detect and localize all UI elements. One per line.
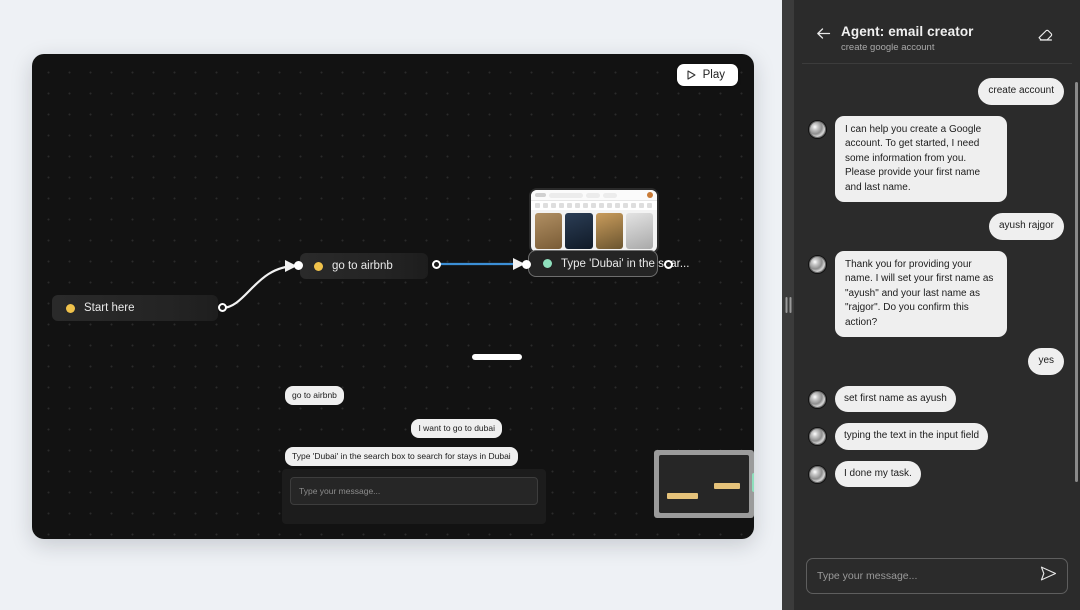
message-input[interactable] bbox=[817, 570, 1040, 582]
mini-preview-widget[interactable] bbox=[654, 450, 754, 518]
canvas-chat-input[interactable]: Type your message... bbox=[290, 477, 538, 505]
chat-title-block: Agent: email creator create google accou… bbox=[841, 24, 1027, 53]
port-type-input[interactable] bbox=[522, 260, 531, 269]
panel-splitter[interactable] bbox=[782, 0, 794, 610]
preview-avatar bbox=[647, 192, 653, 198]
chat-bubble: ayush rajgor bbox=[988, 213, 1064, 240]
mini-widget-bar bbox=[667, 493, 698, 499]
node-type-dubai[interactable]: Type 'Dubai' in the sear... bbox=[528, 250, 689, 277]
app-root: Play Start here go to airbnb Type 'Dubai… bbox=[0, 0, 1080, 610]
node-start-here[interactable]: Start here bbox=[52, 295, 218, 321]
chat-composer bbox=[806, 558, 1068, 594]
chat-bubble: typing the text in the input field bbox=[835, 423, 989, 450]
avatar bbox=[808, 389, 827, 409]
chat-message-agent: I can help you create a Google account. … bbox=[808, 115, 1064, 202]
canvas-chat-overlay: go to airbnb I want to go to dubai Type … bbox=[250, 354, 546, 524]
eraser-icon[interactable] bbox=[1037, 24, 1054, 48]
node-status-dot bbox=[314, 261, 323, 271]
chat-message-agent: set first name as ayush bbox=[808, 385, 1064, 412]
avatar bbox=[808, 464, 827, 484]
chat-bubble: yes bbox=[1028, 348, 1064, 375]
chat-bubble: I done my task. bbox=[835, 460, 921, 487]
chat-message-agent: Thank you for providing your name. I wil… bbox=[808, 250, 1064, 337]
avatar bbox=[808, 254, 827, 274]
canvas-chat-composer: Type your message... bbox=[282, 469, 546, 524]
preview-category-row bbox=[531, 201, 657, 210]
avatar bbox=[808, 119, 827, 139]
page-subtitle: create google account bbox=[841, 42, 935, 53]
port-airbnb-output[interactable] bbox=[432, 260, 441, 269]
node-preview-thumbnail[interactable] bbox=[529, 188, 659, 254]
port-start-output[interactable] bbox=[218, 303, 227, 312]
chat-message-list[interactable]: create account I can help you create a G… bbox=[794, 64, 1080, 552]
chat-message-agent: I done my task. bbox=[808, 460, 1064, 487]
canvas-chat-message: Type 'Dubai' in the search box to search… bbox=[285, 447, 518, 466]
port-airbnb-input[interactable] bbox=[294, 261, 303, 270]
workflow-canvas[interactable]: Play Start here go to airbnb Type 'Dubai… bbox=[32, 54, 754, 539]
chat-bubble: I can help you create a Google account. … bbox=[835, 115, 1007, 202]
mini-widget-bar bbox=[714, 483, 740, 489]
preview-listing bbox=[535, 213, 563, 249]
splitter-grip-icon bbox=[785, 297, 792, 313]
play-button[interactable]: Play bbox=[676, 64, 738, 86]
chat-bubble: set first name as ayush bbox=[835, 385, 956, 412]
avatar bbox=[808, 427, 827, 446]
chat-message-agent: typing the text in the input field bbox=[808, 423, 1064, 450]
chat-bubble: create account bbox=[978, 78, 1064, 105]
preview-listing-grid bbox=[531, 210, 657, 252]
preview-logo bbox=[535, 193, 546, 197]
node-go-to-airbnb[interactable]: go to airbnb bbox=[300, 253, 428, 279]
chat-message-user: yes bbox=[808, 348, 1064, 375]
chat-bubble: Thank you for providing your name. I wil… bbox=[835, 250, 1007, 337]
preview-browser-topbar bbox=[531, 190, 657, 201]
canvas-chat-drag-handle[interactable] bbox=[472, 354, 522, 360]
mini-preview-screen bbox=[659, 455, 754, 513]
node-status-dot bbox=[66, 303, 75, 313]
arrow-left-icon[interactable] bbox=[816, 24, 831, 45]
node-go-to-airbnb-label: go to airbnb bbox=[332, 260, 393, 272]
chat-header: Agent: email creator create google accou… bbox=[802, 0, 1072, 64]
canvas-chat-message: I want to go to dubai bbox=[411, 419, 502, 438]
page-title: Agent: email creator bbox=[841, 24, 974, 39]
agent-chat-panel: Agent: email creator create google accou… bbox=[794, 0, 1080, 610]
preview-searchbar bbox=[549, 192, 583, 198]
chat-message-user: create account bbox=[808, 78, 1064, 105]
chat-scrollbar[interactable] bbox=[1075, 82, 1078, 482]
preview-navitem bbox=[586, 192, 600, 198]
node-status-dot bbox=[543, 259, 552, 268]
port-type-output[interactable] bbox=[664, 260, 673, 269]
preview-listing bbox=[595, 213, 623, 249]
send-icon[interactable] bbox=[1040, 566, 1057, 586]
mini-widget-block bbox=[752, 473, 754, 492]
chat-message-user: ayush rajgor bbox=[808, 213, 1064, 240]
preview-listing bbox=[565, 213, 593, 249]
node-start-here-label: Start here bbox=[84, 302, 135, 314]
workflow-workspace: Play Start here go to airbnb Type 'Dubai… bbox=[0, 0, 782, 610]
play-button-label: Play bbox=[702, 69, 725, 81]
preview-navitem bbox=[603, 192, 617, 198]
preview-listing bbox=[625, 213, 653, 249]
canvas-chat-message: go to airbnb bbox=[285, 386, 344, 405]
play-icon bbox=[687, 70, 696, 80]
